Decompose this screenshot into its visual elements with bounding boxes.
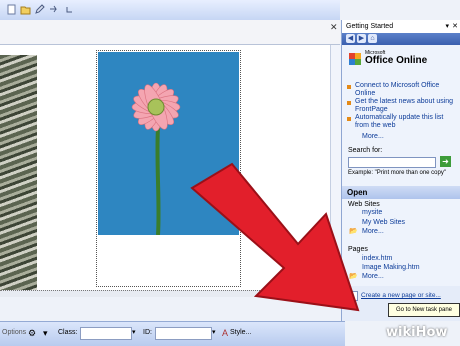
search-go-icon[interactable]: ➜ — [440, 156, 451, 167]
bullet-icon — [347, 101, 351, 105]
home-icon[interactable]: ⌂ — [368, 34, 377, 43]
id-label: ID: — [143, 329, 152, 336]
web-more-link[interactable]: More... — [362, 228, 460, 236]
options-label[interactable]: Options — [2, 327, 26, 339]
style-icon: A — [222, 328, 229, 338]
open-folder-icon[interactable] — [20, 4, 31, 15]
web-site-item[interactable]: My Web Sites — [362, 219, 460, 227]
task-pane-nav: ◀ ▶ ⌂ — [342, 33, 460, 45]
new-page-icon[interactable] — [6, 4, 17, 15]
task-pane-header: Getting Started ▾ ✕ — [342, 20, 460, 33]
brand-name: Office Online — [365, 55, 428, 66]
class-dropdown-icon[interactable]: ▾ — [132, 327, 136, 339]
class-label: Class: — [58, 329, 78, 336]
dropdown-arrow-icon[interactable]: ▾ — [43, 327, 48, 339]
office-logo-icon — [349, 53, 361, 65]
create-new-link[interactable]: Create a new page or site... — [361, 292, 441, 299]
style-button[interactable]: Style... — [230, 327, 251, 339]
page-item[interactable]: index.htm — [362, 255, 460, 263]
tree-photo — [0, 55, 37, 290]
close-pane-icon[interactable]: ✕ — [452, 20, 458, 33]
id-input[interactable] — [155, 327, 212, 340]
web-site-item[interactable]: mysite — [362, 209, 460, 217]
search-label: Search for: — [348, 147, 383, 154]
forward-icon[interactable]: ▶ — [357, 34, 366, 43]
watermark: wikiHow — [386, 325, 447, 341]
tooltip: Go to New task pane — [388, 303, 460, 317]
bullet-icon — [347, 117, 351, 121]
red-arrow — [190, 162, 360, 312]
bullet-icon — [347, 85, 351, 89]
arrow-icon[interactable] — [48, 4, 59, 15]
office-online-logo: Microsoft Office Online — [348, 50, 458, 72]
close-document-icon[interactable]: ✕ — [330, 23, 338, 32]
back-icon[interactable]: ◀ — [346, 34, 355, 43]
page-item[interactable]: Image Making.htm — [362, 264, 460, 272]
pages-more-link[interactable]: More... — [362, 273, 460, 281]
link-more[interactable]: More... — [362, 133, 460, 141]
id-dropdown-icon[interactable]: ▾ — [212, 327, 216, 339]
watermark-wiki: wiki — [386, 325, 416, 340]
edit-icon[interactable] — [34, 4, 45, 15]
class-input[interactable] — [80, 327, 132, 340]
document-tab-bar: ✕ — [0, 20, 340, 45]
link-update[interactable]: Automatically update this list from the … — [355, 114, 455, 130]
link-news[interactable]: Get the latest news about using FrontPag… — [355, 98, 455, 114]
task-pane-title: Getting Started — [346, 23, 394, 30]
formatting-toolbar: Options ⚙ ▾ Class: ▾ ID: ▾ A Style... — [0, 321, 345, 346]
link-connect[interactable]: Connect to Microsoft Office Online — [355, 82, 455, 98]
dropdown-icon[interactable]: ▾ — [445, 20, 449, 33]
undo-icon[interactable] — [64, 4, 75, 15]
watermark-how: How — [415, 325, 448, 340]
toolbar — [0, 0, 340, 21]
options-icon[interactable]: ⚙ — [28, 327, 36, 339]
